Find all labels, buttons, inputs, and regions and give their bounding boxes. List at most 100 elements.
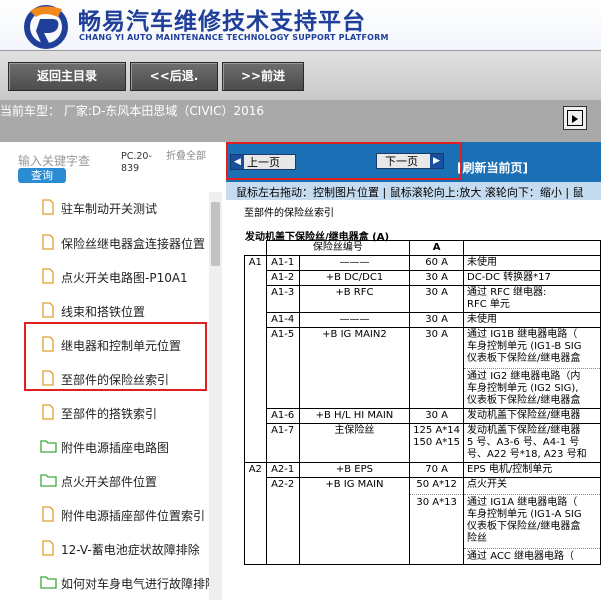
collapse-all-link[interactable]: 折叠全部 <box>166 151 206 163</box>
cell-line: 号、A22 号*18, A23 号和 <box>467 449 587 460</box>
app-subtitle: CHANG YI AUTO MAINTENANCE TECHNOLOGY SUP… <box>79 33 389 42</box>
tree-item-label: 保险丝继电器盒连接器位置 <box>61 237 206 251</box>
header: 畅易汽车维修技术支持平台 CHANG YI AUTO MAINTENANCE T… <box>0 0 601 50</box>
table-header-row: 保险丝编号 A <box>244 240 601 256</box>
table-cell: 30 A <box>409 270 465 286</box>
cell-line: 5 号、A3-6 号、A4-1 号 <box>467 437 580 448</box>
table-row: A1-3 +B RFC 30 A 通过 RFC 继电器: RFC 单元 <box>245 285 601 313</box>
tree-item-label: 附件电源插座部件位置索引 <box>61 509 206 523</box>
search-input[interactable]: 输入关键字查 <box>18 152 90 169</box>
cell-line: RFC 单元 <box>467 299 510 310</box>
table-cell: A1-3 <box>265 285 300 313</box>
app-title: 畅易汽车维修技术支持平台 <box>78 9 366 35</box>
table-row: A1-4 ——— 30 A 未使用 <box>245 312 601 328</box>
table-cell: 30 A <box>409 408 465 424</box>
column-header <box>463 240 601 256</box>
table-row: A1 A1-1 ——— 60 A 未使用 <box>244 255 601 463</box>
cell-line: 通过 IG1B 继电器电路（ <box>467 329 578 340</box>
table-cell: A1-4 <box>265 312 300 328</box>
document-icon <box>40 302 56 321</box>
cell-line: 车身控制单元 (IG1-A SIG <box>467 509 582 520</box>
table-cell: 70 A <box>409 462 465 478</box>
table-cell: A1-6 <box>265 408 300 424</box>
table-cell: A1-2 <box>265 270 300 286</box>
table-cell: 发动机盖下保险丝/继电器 5 号、A3-6 号、A4-1 号 号、A22 号*1… <box>463 423 601 463</box>
table-cell: A1-7 <box>265 423 300 463</box>
group-cell: A1 <box>244 255 267 463</box>
logo <box>24 5 68 49</box>
table-cell: 发动机盖下保险丝/继电器 <box>463 408 601 424</box>
table-cell: 125 A*14 150 A*15 <box>409 423 465 463</box>
highlight-annotation <box>24 322 207 391</box>
table-cell: 通过 IG1B 继电器电路（ 车身控制单元 (IG1-B SIG 仪表板下保险丝… <box>463 327 601 409</box>
hint-text: 鼠标左右拖动：控制图片位置 | 鼠标滚轮向上:放大 滚轮向下：缩小 | 鼠 <box>236 186 584 199</box>
tree-scrollbar[interactable] <box>209 192 222 600</box>
panel-toggle-icon <box>567 110 583 126</box>
scrollbar-thumb[interactable] <box>211 202 220 266</box>
document-icon <box>40 506 56 525</box>
table-cell: ——— <box>298 255 411 271</box>
cell-line: 车身控制单元 (IG2 SIG), <box>467 383 579 394</box>
table-cell: A2-2 <box>265 477 300 565</box>
folder-icon <box>40 574 57 593</box>
table-cell: 60 A <box>409 255 465 271</box>
table-row: A1-7 主保险丝 125 A*14 150 A*15 发动机盖下保险丝/继电器 … <box>245 423 601 463</box>
table-cell: +B DC/DC1 <box>298 270 411 286</box>
group-cell: A2 <box>244 462 267 565</box>
cell-line: 通过 IG1A 继电器电路（ <box>467 497 578 508</box>
document-icon <box>40 404 56 423</box>
tree-item-label: 至部件的搭铁索引 <box>61 407 158 421</box>
fuse-table: 保险丝编号 A A1 A1-1 ——— 60 A 未使用 A1-2 +B DC/… <box>244 240 601 565</box>
table-cell: A1-1 <box>265 255 300 271</box>
tree-item-label: 驻车制动开关测试 <box>61 202 158 216</box>
cell-line: 仪表板下保险丝/继电器盒 <box>467 353 581 364</box>
cell-line: 车身控制单元 (IG1-B SIG <box>467 341 582 352</box>
table-cell: 主保险丝 <box>298 423 411 463</box>
table-row: A1-2 +B DC/DC1 30 A DC-DC 转换器*17 <box>245 270 601 286</box>
tree-item-label: 如何对车身电气进行故障排除 <box>61 577 210 591</box>
cell-line: 通过 ACC 继电器电路（ <box>464 548 600 563</box>
tree-item-label: 线束和搭铁位置 <box>61 305 146 319</box>
back-button[interactable]: <<后退. <box>130 62 218 91</box>
document-title: 至部件的保险丝索引 <box>244 208 334 219</box>
table-cell: +B IG MAIN2 <box>298 327 411 409</box>
toolbar: 返回主目录 <<后退. >>前进 <box>0 50 601 101</box>
table-row: A2-2 +B IG MAIN 50 A*12 30 A*13 点火开关 通过 … <box>245 477 601 565</box>
cell-line: 通过 RFC 继电器: <box>467 287 547 298</box>
document-icon <box>40 234 56 253</box>
cell-line: 发动机盖下保险丝/继电器 <box>467 425 581 436</box>
table-row: A1-6 +B H/L HI MAIN 30 A 发动机盖下保险丝/继电器 <box>245 408 601 424</box>
table-cell: ——— <box>298 312 411 328</box>
table-cell: 未使用 <box>463 312 601 328</box>
table-cell: 通过 RFC 继电器: RFC 单元 <box>463 285 601 313</box>
table-cell: A2-1 <box>265 462 300 478</box>
tree-item-label: 点火开关电路图-P10A1 <box>61 271 188 285</box>
document-page[interactable]: 至部件的保险丝索引 发动机盖下保险丝/继电器盒 (A) 保险丝编号 A A1 A… <box>232 200 601 600</box>
refresh-page-link[interactable]: [刷新当前页] <box>457 159 528 176</box>
table-cell: +B RFC <box>298 285 411 313</box>
table-cell: +B IG MAIN <box>298 477 411 565</box>
cell-line: 150 A*15 <box>413 437 461 448</box>
table-cell: 点火开关 通过 IG1A 继电器电路（ 车身控制单元 (IG1-A SIG 仪表… <box>463 477 601 565</box>
cell-line: 险丝 <box>467 533 488 544</box>
forward-button[interactable]: >>前进 <box>222 62 304 91</box>
tree-item-label: 点火开关部件位置 <box>61 475 158 489</box>
search-button[interactable]: 查询 <box>18 168 66 183</box>
table-cell: 30 A <box>409 312 465 328</box>
document-icon <box>40 199 56 218</box>
pc-label: PC.20-839 <box>121 151 152 174</box>
table-cell: 30 A <box>409 327 465 409</box>
cell-line: 50 A*12 <box>416 479 457 490</box>
document-icon <box>40 540 56 559</box>
tree-view: 驻车制动开关测试 保险丝继电器盒连接器位置 点火开关电路图-P10A1 线束和搭… <box>0 192 210 600</box>
cell-line: 通过 IG2 继电器电路（内 <box>467 371 581 382</box>
table-row: A2 A2-1 +B EPS 70 A EPS 电机/控制单元 <box>244 462 601 565</box>
cell-line: 仪表板下保险丝/继电器盒 <box>467 521 581 532</box>
column-header: 保险丝编号 <box>265 240 411 256</box>
table-row: A1-5 +B IG MAIN2 30 A 通过 IG1B 继电器电路（ 车身控… <box>245 327 601 409</box>
table-cell: 30 A <box>409 285 465 313</box>
table-cell: EPS 电机/控制单元 <box>463 462 601 478</box>
cell-line: 点火开关 <box>467 479 508 490</box>
home-button[interactable]: 返回主目录 <box>8 62 126 91</box>
collapse-panel-button[interactable] <box>563 106 587 130</box>
